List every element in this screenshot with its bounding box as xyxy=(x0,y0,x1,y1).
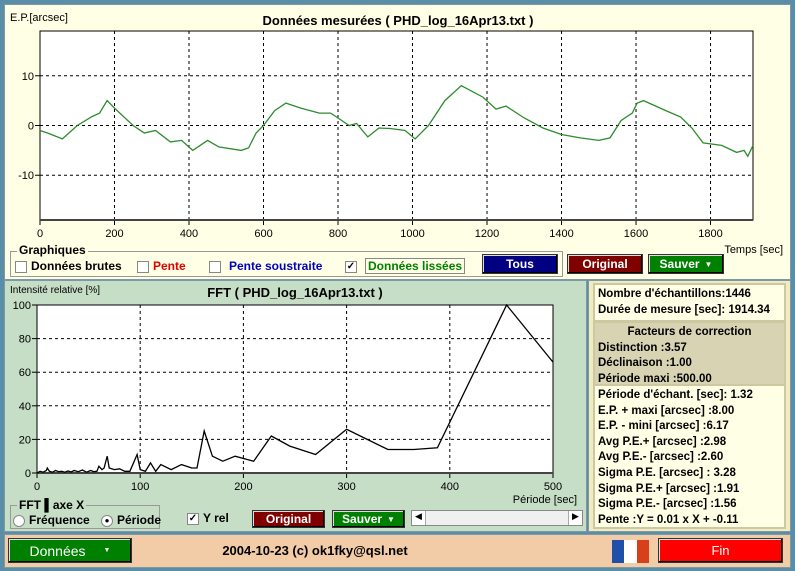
fft-ylabel: Intensité relative [%] xyxy=(10,285,100,296)
radio-icon[interactable] xyxy=(13,514,25,527)
x-tick-label: 1600 xyxy=(624,228,648,240)
x-tick-label: 400 xyxy=(441,481,459,493)
fft-axis-legend: FFT ▌axe X xyxy=(17,498,87,512)
check-icon[interactable]: ✓ xyxy=(187,512,199,525)
y-tick-label: -10 xyxy=(18,170,34,182)
x-tick-label: 0 xyxy=(34,481,40,493)
period-label: Période xyxy=(117,513,162,527)
original-button[interactable]: Original xyxy=(567,254,643,274)
y-tick-label: 20 xyxy=(19,434,31,446)
slope-label: Pente xyxy=(153,259,186,273)
save-button[interactable]: Sauver ▼ xyxy=(648,254,724,274)
raw-data-checkbox[interactable]: Données brutes xyxy=(15,259,122,273)
frequency-label: Fréquence xyxy=(29,513,90,527)
stat-line: Sigma P.E.- [arcsec] :1.56 xyxy=(598,498,737,511)
stat-line: Sigma P.E. [arcsec] : 3.28 xyxy=(598,466,736,479)
y-tick-label: 0 xyxy=(28,121,34,133)
slope-sub-label: Pente soustraite xyxy=(229,259,323,273)
x-tick-label: 300 xyxy=(337,481,355,493)
pe-xlabel: Temps [sec] xyxy=(724,244,783,256)
check-icon[interactable]: ✓ xyxy=(345,260,357,273)
fft-save-label: Sauver xyxy=(342,512,383,526)
duration: Durée de mesure [sec]: 1914.34 xyxy=(598,303,770,316)
graphics-legend: Graphiques xyxy=(17,243,88,257)
x-tick-label: 500 xyxy=(544,481,562,493)
stat-line: Période d'échant. [sec]: 1.32 xyxy=(598,389,753,401)
fft-save-button[interactable]: Sauver ▼ xyxy=(332,510,405,528)
copyright: 2004-10-23 (c) ok1fky@qsl.net xyxy=(222,543,408,558)
slope-checkbox[interactable]: Pente xyxy=(137,259,186,273)
fft-original-button[interactable]: Original xyxy=(252,510,325,528)
x-tick-label: 1000 xyxy=(400,228,424,240)
dropdown-arrow-icon: ▼ xyxy=(103,547,111,554)
data-menu-button[interactable]: Données ▼ xyxy=(8,538,132,563)
fft-panel: Intensité relative [%] FFT ( PHD_log_16A… xyxy=(4,280,587,532)
x-tick-label: 800 xyxy=(329,228,347,240)
x-tick-label: 1200 xyxy=(475,228,499,240)
x-tick-label: 0 xyxy=(37,228,43,240)
declination: Déclinaison :1.00 xyxy=(598,357,692,369)
sample-info-box: Nombre d'échantillons:1446 Durée de mesu… xyxy=(593,283,786,322)
pe-title: Données mesurées ( PHD_log_16Apr13.txt ) xyxy=(263,13,534,28)
x-tick-label: 200 xyxy=(105,228,123,240)
dropdown-arrow-icon: ▼ xyxy=(704,259,713,269)
smoothed-label: Données lissées xyxy=(365,258,466,274)
y-tick-label: 100 xyxy=(13,300,31,312)
fft-chart: Intensité relative [%] FFT ( PHD_log_16A… xyxy=(10,285,577,506)
yrel-checkbox[interactable]: ✓ Y rel xyxy=(187,511,229,525)
stat-line: E.P. + maxi [arcsec] :8.00 xyxy=(598,404,735,417)
stat-line: Avg P.E.+ [arcsec] :2.98 xyxy=(598,435,727,448)
x-tick-label: 400 xyxy=(180,228,198,240)
x-tick-label: 1800 xyxy=(698,228,722,240)
period-radio[interactable]: ● Période xyxy=(101,513,161,527)
stats-box: Période d'échant. [sec]: 1.32 E.P. + maxi… xyxy=(593,384,786,529)
all-button[interactable]: Tous xyxy=(482,254,558,274)
y-tick-label: 80 xyxy=(19,334,31,346)
fft-xlabel: Période [sec] xyxy=(513,494,577,506)
x-tick-label: 1400 xyxy=(549,228,573,240)
slope-sub-checkbox[interactable]: Pente soustraite xyxy=(209,259,322,273)
stat-line: E.P. - mini [arcsec] :6.17 xyxy=(598,420,729,433)
x-tick-label: 600 xyxy=(254,228,272,240)
graphics-group: Graphiques Données brutes Pente Pente so… xyxy=(10,243,563,277)
smoothed-checkbox[interactable]: ✓ Données lissées xyxy=(345,258,466,274)
data-label: Données xyxy=(29,542,86,559)
fft-axis-group: FFT ▌axe X Fréquence ● Période xyxy=(10,498,161,529)
y-tick-label: 60 xyxy=(19,367,31,379)
radio-selected-icon[interactable]: ● xyxy=(101,514,113,527)
stat-line: Avg P.E.- [arcsec] :2.60 xyxy=(598,451,724,464)
stat-line: Pente :Y = 0.01 x X + -0.11 xyxy=(598,513,739,526)
x-tick-label: 100 xyxy=(131,481,149,493)
scroll-right-icon[interactable]: ▶ xyxy=(568,511,582,525)
y-tick-label: 10 xyxy=(22,71,34,83)
scroll-left-icon[interactable]: ◀ xyxy=(412,511,426,525)
fft-title: FFT ( PHD_log_16Apr13.txt ) xyxy=(207,285,383,300)
info-panel: Nombre d'échantillons:1446 Durée de mesu… xyxy=(588,280,791,532)
pe-chart: E.P.[arcsec] Données mesurées ( PHD_log_… xyxy=(10,12,783,256)
exit-button[interactable]: Fin xyxy=(658,538,783,563)
y-tick-label: 0 xyxy=(25,468,31,480)
checkbox-box[interactable] xyxy=(137,260,149,273)
fft-scrollbar[interactable]: ◀ ▶ xyxy=(411,510,583,526)
pe-ylabel: E.P.[arcsec] xyxy=(10,12,68,24)
y-tick-label: 40 xyxy=(19,401,31,413)
correction-box: Facteurs de correction Distinction :3.57… xyxy=(593,321,786,391)
save-label: Sauver xyxy=(659,257,700,271)
distinction: Distinction :3.57 xyxy=(598,341,687,354)
french-flag-icon[interactable] xyxy=(612,540,649,563)
correction-title: Facteurs de correction xyxy=(627,326,752,338)
yrel-label: Y rel xyxy=(203,511,229,525)
dropdown-arrow-icon: ▼ xyxy=(387,514,395,524)
stat-line: Sigma P.E.+ [arcsec] :1.91 xyxy=(598,482,740,495)
frequency-radio[interactable]: Fréquence xyxy=(13,513,90,527)
status-bar: Données ▼ 2004-10-23 (c) ok1fky@qsl.net F… xyxy=(4,534,791,568)
checkbox-box[interactable] xyxy=(209,260,221,273)
x-tick-label: 200 xyxy=(234,481,252,493)
pe-panel: E.P.[arcsec] Données mesurées ( PHD_log_… xyxy=(4,4,791,280)
samples-count: Nombre d'échantillons:1446 xyxy=(598,288,751,300)
raw-label: Données brutes xyxy=(31,259,122,273)
checkbox-box[interactable] xyxy=(15,260,27,273)
